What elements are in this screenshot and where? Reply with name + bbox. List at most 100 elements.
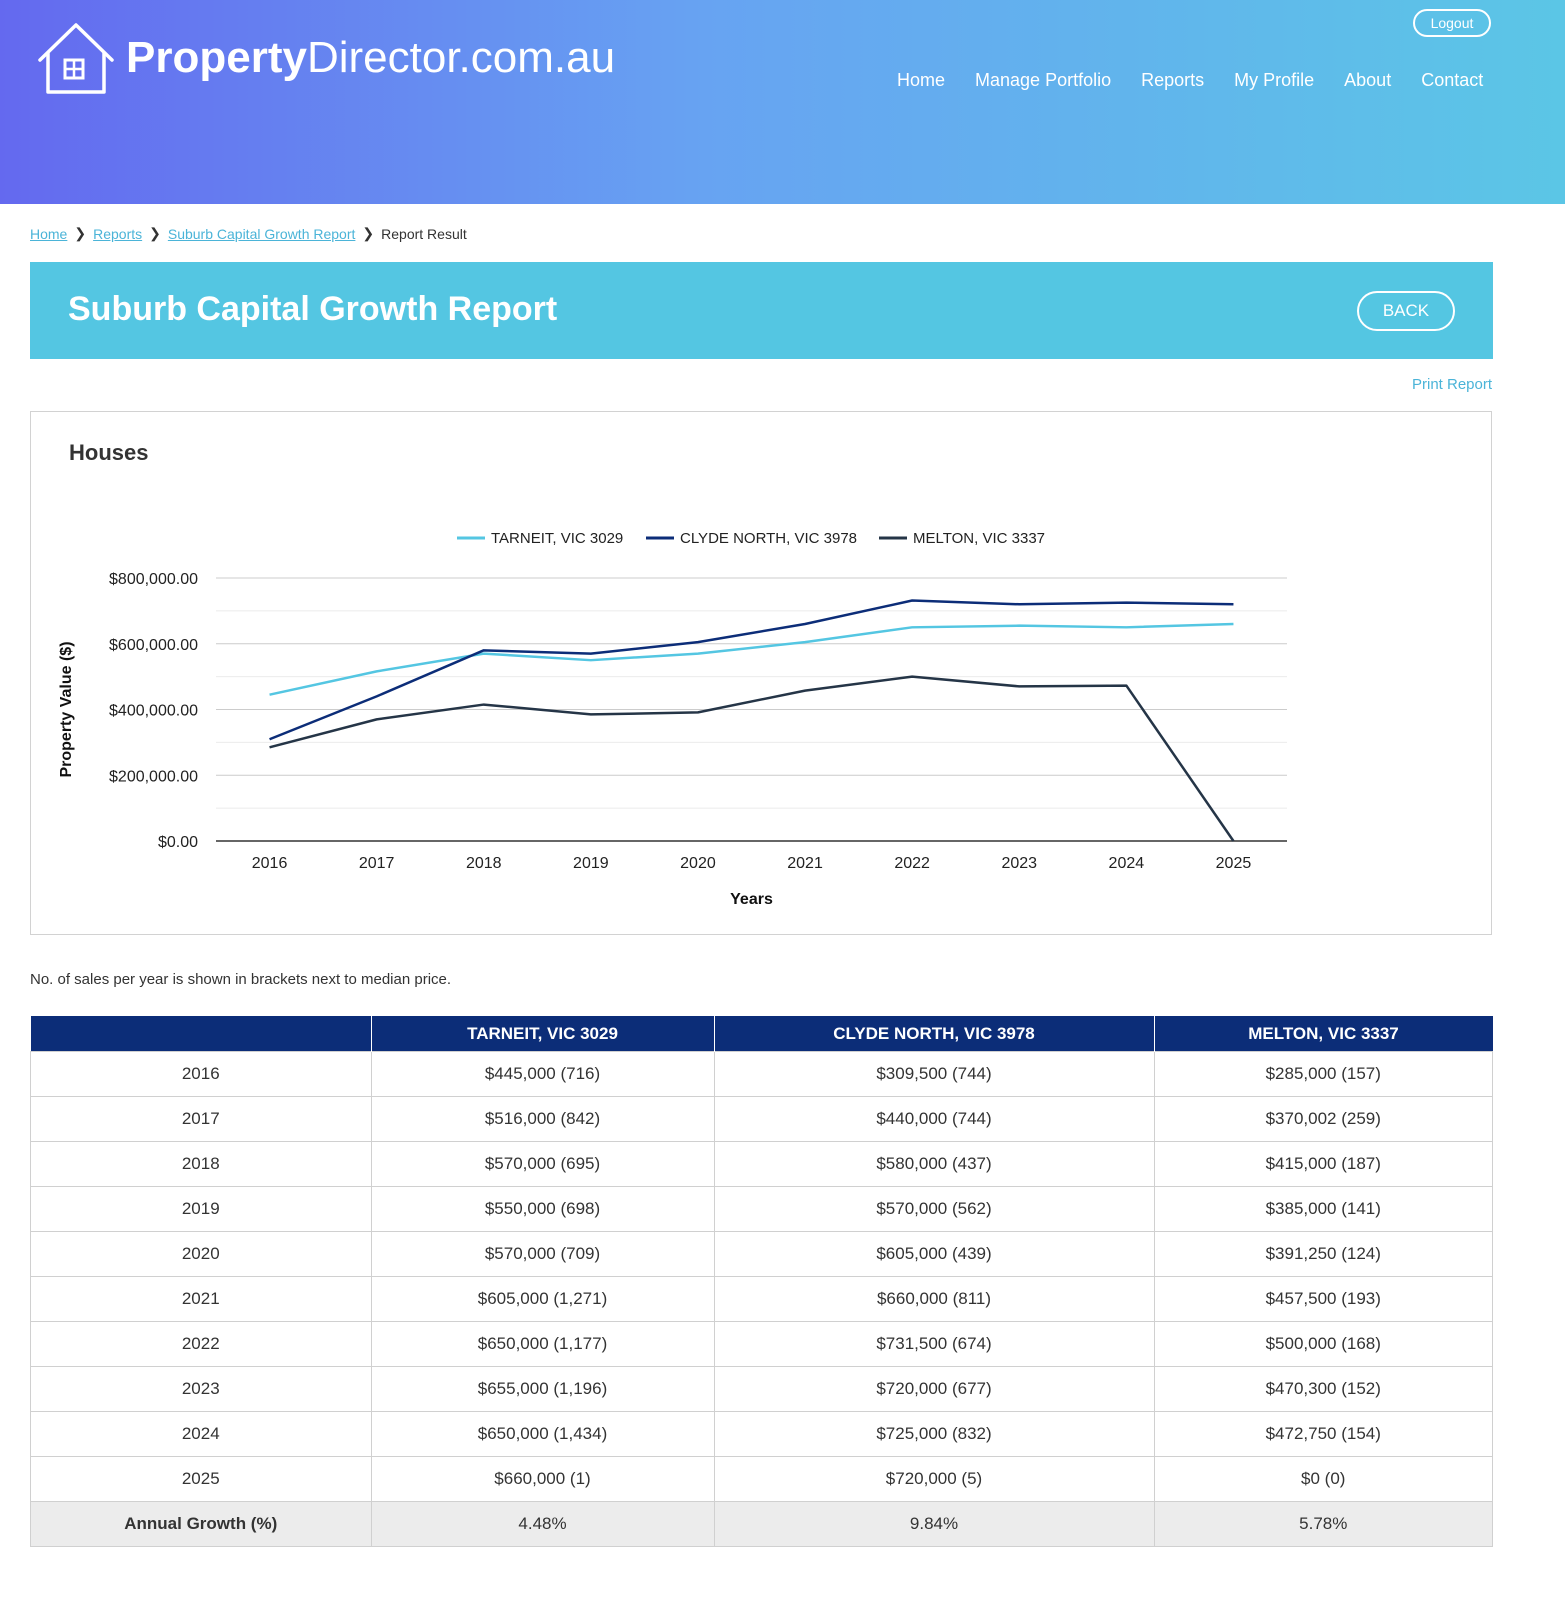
table-cell: $650,000 (1,434)	[370, 1411, 715, 1457]
series-line	[269, 675, 1235, 842]
table-header: CLYDE NORTH, VIC 3978	[713, 1016, 1154, 1052]
table-row: 2017 $516,000 (842) $440,000 (744) $370,002…	[30, 1096, 1493, 1142]
y-tick-label: $800,000.00	[109, 571, 198, 588]
x-tick-label: 2017	[359, 855, 395, 872]
table-cell: 2023	[30, 1366, 372, 1412]
print-report-link[interactable]: Print Report	[1412, 376, 1492, 393]
table-cell: $472,750 (154)	[1153, 1411, 1493, 1457]
table-row: 2019 $550,000 (698) $570,000 (562) $385,000…	[30, 1186, 1493, 1232]
legend-label: CLYDE NORTH, VIC 3978	[680, 530, 857, 547]
table-cell: $580,000 (437)	[713, 1141, 1155, 1187]
sales-note: No. of sales per year is shown in bracke…	[30, 971, 452, 988]
house-logo-icon	[38, 23, 114, 94]
y-axis-title: Property Value ($)	[58, 641, 75, 777]
table-row: 2025 $660,000 (1) $720,000 (5) $0 (0)	[30, 1456, 1493, 1502]
y-tick-label: $600,000.00	[109, 637, 198, 654]
series-line	[269, 622, 1234, 696]
nav-home[interactable]: Home	[897, 70, 945, 91]
table-cell: $655,000 (1,196)	[370, 1366, 715, 1412]
table-cell: $570,000 (562)	[713, 1186, 1155, 1232]
chart-panel: Houses $0.00 $200,000.00 $400,000.00 $600,0…	[30, 411, 1492, 935]
series-line	[269, 599, 1234, 741]
table-cell: $650,000 (1,177)	[370, 1321, 715, 1367]
breadcrumb-reports[interactable]: Reports	[93, 226, 142, 242]
table-cell: $720,000 (677)	[713, 1366, 1155, 1412]
table-cell: 2020	[30, 1231, 372, 1277]
table-cell: $731,500 (674)	[713, 1321, 1155, 1367]
table-cell: 2025	[30, 1456, 372, 1502]
x-axis-title: Years	[730, 891, 773, 908]
x-tick-label: 2023	[1001, 855, 1037, 872]
table-header	[30, 1016, 371, 1052]
table-header: MELTON, VIC 3337	[1153, 1016, 1493, 1052]
page-title: Suburb Capital Growth Report	[68, 290, 558, 328]
back-button[interactable]: BACK	[1357, 291, 1455, 331]
table-header-row: TARNEIT, VIC 3029 CLYDE NORTH, VIC 3978 …	[30, 1016, 1493, 1052]
breadcrumb-suburb-capital-growth-report[interactable]: Suburb Capital Growth Report	[168, 226, 356, 242]
nav-manage-portfolio[interactable]: Manage Portfolio	[975, 70, 1111, 91]
table-row: 2016 $445,000 (716) $309,500 (744) $285,000…	[30, 1051, 1493, 1097]
page-banner: Suburb Capital Growth Report BACK	[30, 262, 1493, 359]
y-tick-label: $200,000.00	[109, 768, 198, 785]
table-cell: $500,000 (168)	[1153, 1321, 1493, 1367]
table-cell: $516,000 (842)	[370, 1096, 715, 1142]
table-cell: 4.48%	[370, 1501, 715, 1547]
table-cell: $415,000 (187)	[1153, 1141, 1493, 1187]
x-tick-label: 2016	[252, 855, 288, 872]
table-cell: $660,000 (1)	[370, 1456, 715, 1502]
table-cell: 5.78%	[1153, 1501, 1493, 1547]
table-cell: $720,000 (5)	[713, 1456, 1155, 1502]
x-tick-label: 2022	[894, 855, 930, 872]
x-tick-label: 2019	[573, 855, 609, 872]
table-cell: 2017	[30, 1096, 372, 1142]
chevron-right-icon: ❯	[149, 225, 161, 241]
x-tick-label: 2024	[1109, 855, 1145, 872]
growth-table: TARNEIT, VIC 3029 CLYDE NORTH, VIC 3978 …	[30, 1016, 1493, 1547]
annual-growth-row: Annual Growth (%) 4.48% 9.84% 5.78%	[30, 1501, 1493, 1547]
logout-button[interactable]: Logout	[1413, 9, 1491, 37]
table-cell: $457,500 (193)	[1153, 1276, 1493, 1322]
x-tick-label: 2021	[787, 855, 823, 872]
table-cell: $570,000 (695)	[370, 1141, 715, 1187]
table-cell: 2016	[30, 1051, 372, 1097]
table-cell: $285,000 (157)	[1153, 1051, 1493, 1097]
table-cell: 9.84%	[713, 1501, 1155, 1547]
table-cell: $0 (0)	[1153, 1456, 1493, 1502]
table-header: TARNEIT, VIC 3029	[370, 1016, 714, 1052]
table-cell: $605,000 (439)	[713, 1231, 1155, 1277]
legend-label: TARNEIT, VIC 3029	[491, 530, 623, 547]
table-cell: $605,000 (1,271)	[370, 1276, 715, 1322]
breadcrumb-current: Report Result	[381, 225, 467, 242]
table-cell: 2018	[30, 1141, 372, 1187]
x-tick-label: 2025	[1216, 855, 1252, 872]
table-row: 2018 $570,000 (695) $580,000 (437) $415,000…	[30, 1141, 1493, 1187]
nav-my-profile[interactable]: My Profile	[1234, 70, 1314, 91]
table-cell: $309,500 (744)	[713, 1051, 1155, 1097]
table-cell: Annual Growth (%)	[30, 1501, 372, 1547]
x-tick-label: 2020	[680, 855, 716, 872]
table-cell: $550,000 (698)	[370, 1186, 715, 1232]
y-tick-label: $400,000.00	[109, 703, 198, 720]
breadcrumb: Home ❯ Reports ❯ Suburb Capital Growth R…	[30, 225, 467, 242]
y-tick-label: $0.00	[158, 834, 198, 851]
main-nav: Home Manage Portfolio Reports My Profile…	[897, 70, 1513, 91]
table-row: 2024 $650,000 (1,434) $725,000 (832) $472,7…	[30, 1411, 1493, 1457]
table-cell: 2022	[30, 1321, 372, 1367]
table-cell: $570,000 (709)	[370, 1231, 715, 1277]
breadcrumb-home[interactable]: Home	[30, 226, 67, 242]
table-cell: 2019	[30, 1186, 372, 1232]
chevron-right-icon: ❯	[362, 225, 375, 241]
nav-reports[interactable]: Reports	[1141, 70, 1204, 91]
table-cell: $445,000 (716)	[370, 1051, 715, 1097]
table-cell: $470,300 (152)	[1153, 1366, 1493, 1412]
nav-about[interactable]: About	[1344, 70, 1391, 91]
line-chart: $0.00 $200,000.00 $400,000.00 $600,000.00 $8…	[58, 530, 1287, 908]
legend-label: MELTON, VIC 3337	[913, 530, 1045, 547]
table-cell: 2024	[30, 1411, 372, 1457]
nav-contact[interactable]: Contact	[1421, 70, 1483, 91]
table-cell: $725,000 (832)	[713, 1411, 1155, 1457]
table-row: 2021 $605,000 (1,271) $660,000 (811) $457,5…	[30, 1276, 1493, 1322]
table-cell: $385,000 (141)	[1153, 1186, 1493, 1232]
logo[interactable]: PropertyDirector.com.au	[36, 20, 615, 96]
table-cell: $391,250 (124)	[1153, 1231, 1493, 1277]
